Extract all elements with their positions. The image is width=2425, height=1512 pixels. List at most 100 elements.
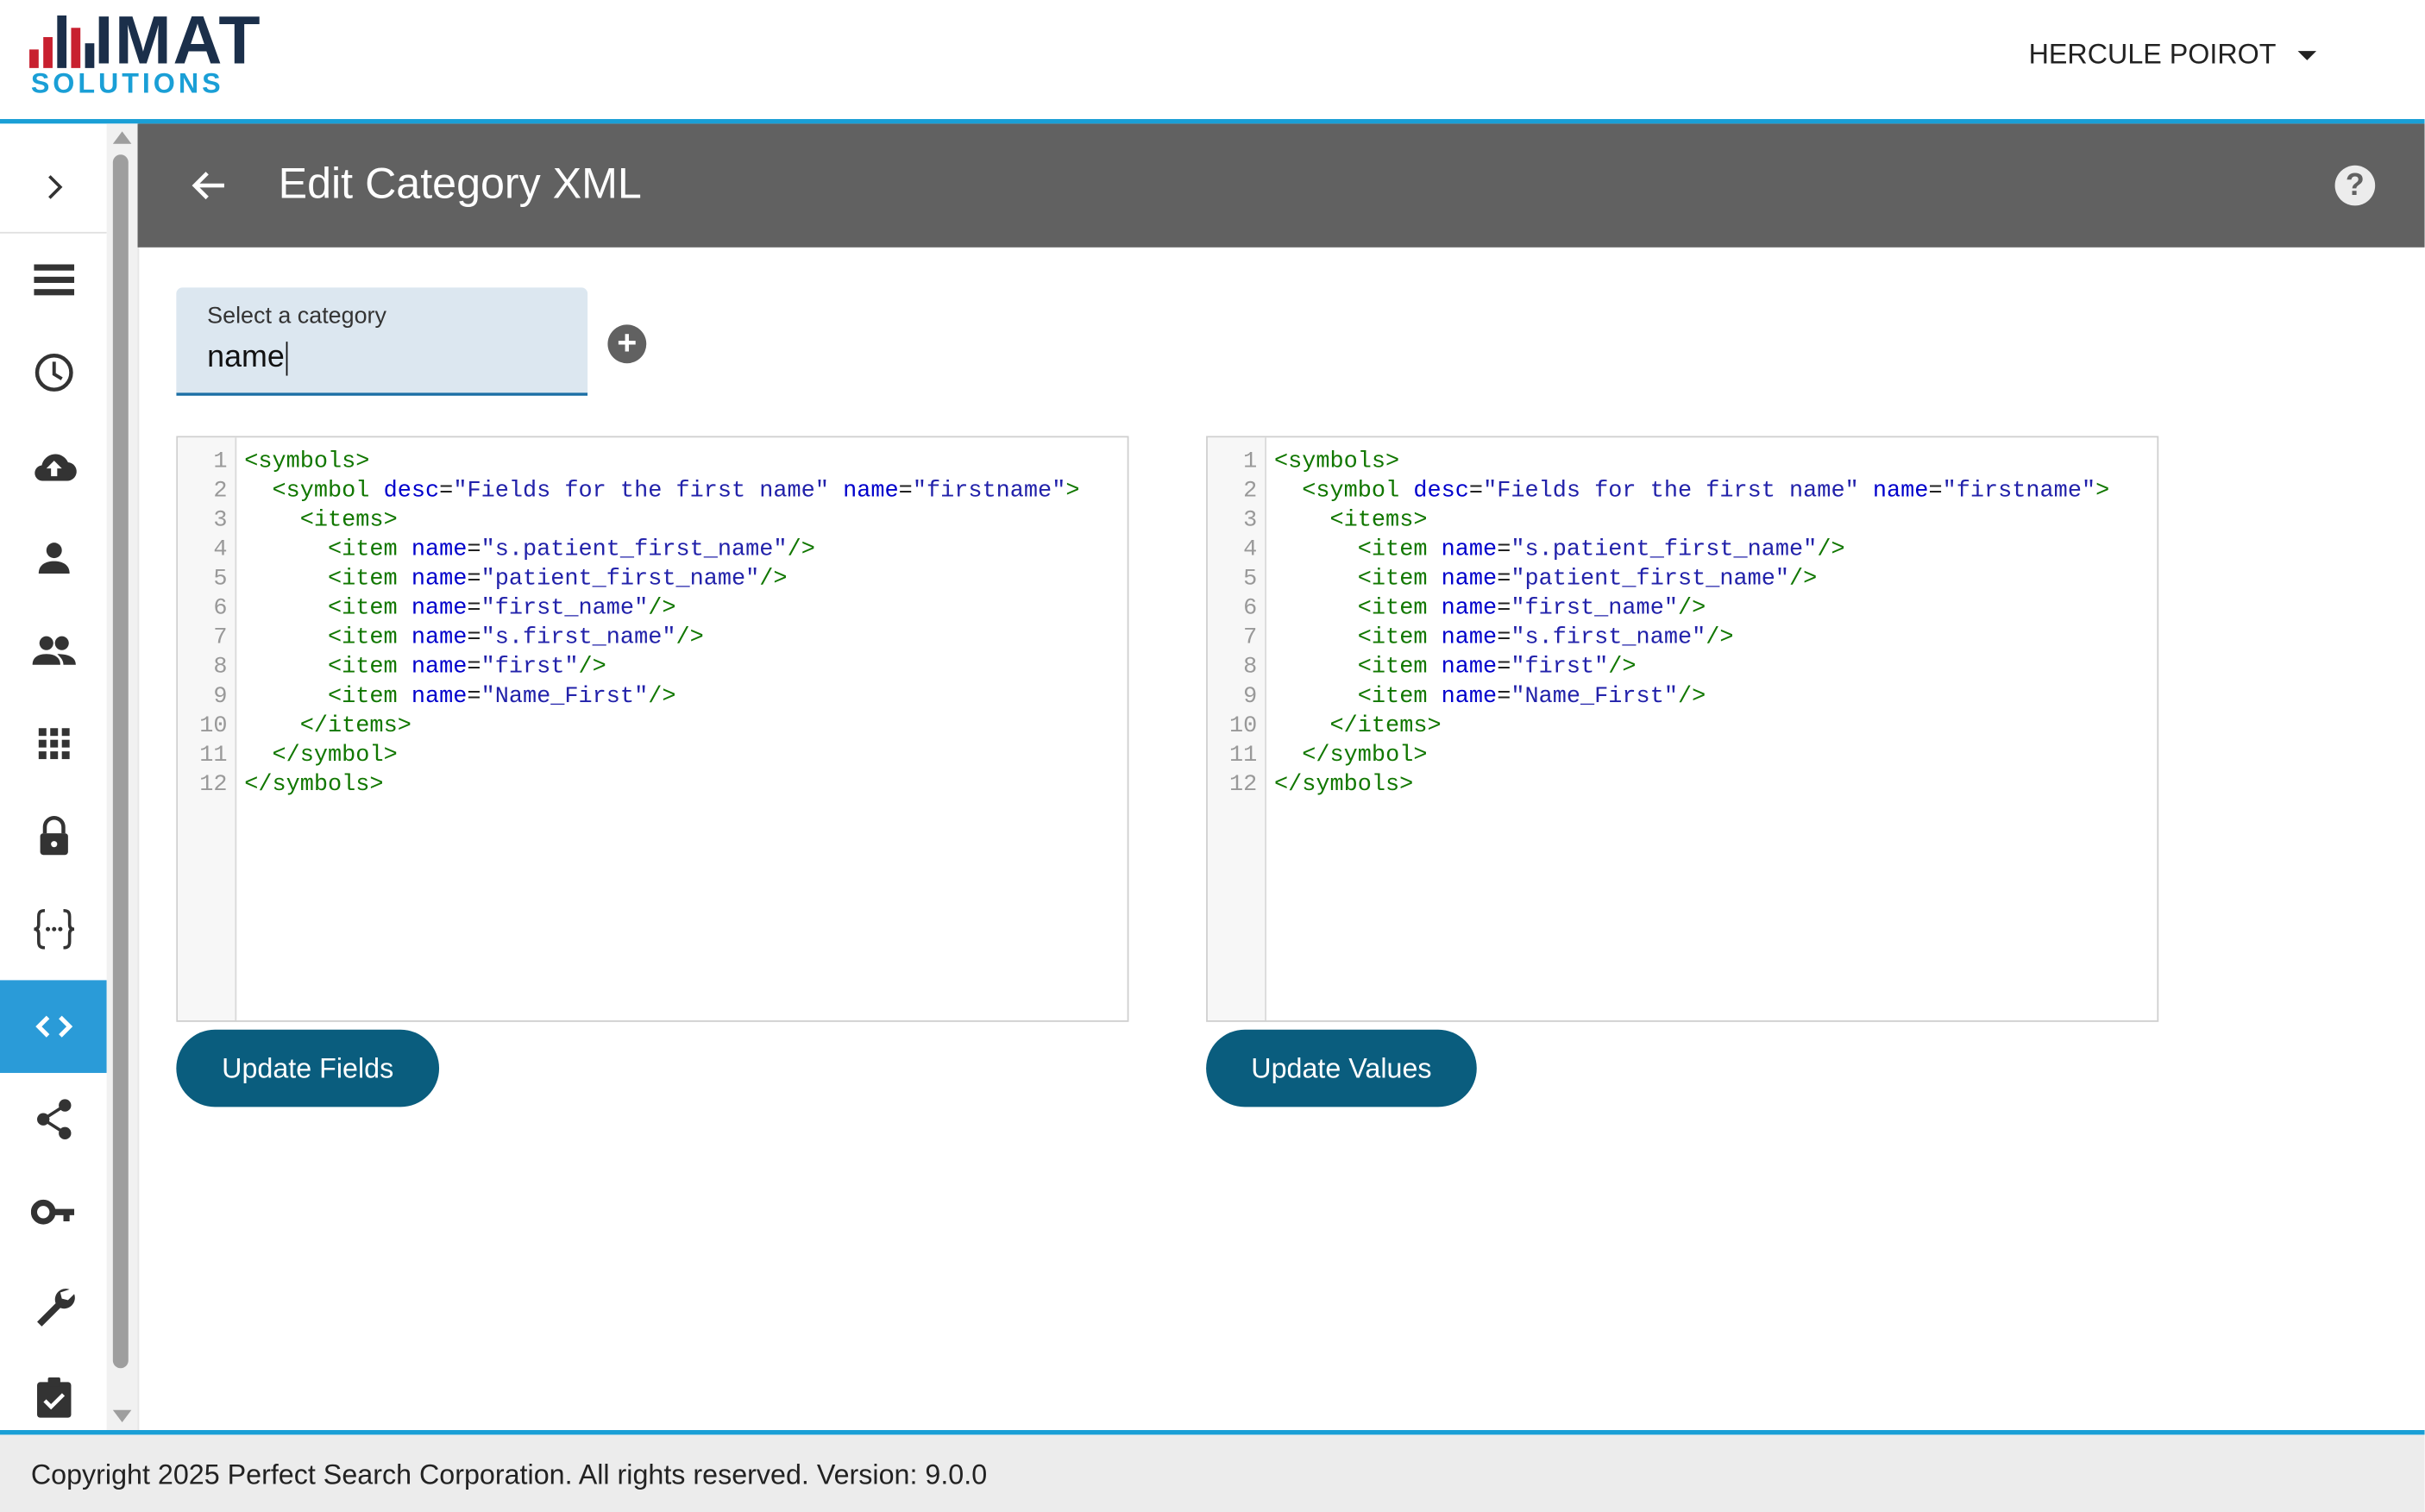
- line-number: 10: [1228, 712, 1258, 739]
- sidebar-item-variables[interactable]: [0, 882, 107, 976]
- sidebar-expand-button[interactable]: [0, 141, 107, 234]
- person-icon: [37, 543, 69, 574]
- line-number: 4: [213, 536, 228, 563]
- scroll-down-icon[interactable]: [112, 1409, 132, 1423]
- sidebar-item-tools[interactable]: [0, 1258, 107, 1352]
- code-line[interactable]: 6 <item name="first_name"/>: [178, 593, 1128, 623]
- code-text: <item name="s.first_name"/>: [328, 624, 704, 651]
- key-icon: [29, 1199, 74, 1225]
- line-number: 3: [1243, 506, 1258, 534]
- code-line[interactable]: 8 <item name="first"/>: [178, 652, 1128, 681]
- code-text: <item name="first"/>: [328, 654, 606, 681]
- sidebar-item-security[interactable]: [0, 790, 107, 883]
- code-line[interactable]: 9 <item name="Name_First"/>: [178, 681, 1128, 711]
- cloud-upload-icon: [34, 454, 76, 481]
- logo-bars-icon: [29, 15, 95, 68]
- sidebar-item-share[interactable]: [0, 1073, 107, 1166]
- back-button[interactable]: [187, 164, 230, 207]
- code-text: <items>: [1329, 506, 1428, 534]
- code-line[interactable]: 7 <item name="s.first_name"/>: [1208, 623, 2158, 652]
- code-line[interactable]: 4 <item name="s.patient_first_name"/>: [178, 535, 1128, 564]
- code-line[interactable]: 2 <symbol desc="Fields for the first nam…: [1208, 476, 2158, 505]
- code-text: </symbol>: [1302, 742, 1428, 769]
- category-select[interactable]: Select a category name: [176, 287, 588, 396]
- sidebar-item-code[interactable]: [0, 980, 107, 1073]
- sidebar-item-groups[interactable]: [0, 605, 107, 698]
- logo-subtitle: SOLUTIONS: [30, 67, 224, 99]
- help-icon[interactable]: ?: [2334, 165, 2376, 206]
- line-number: 10: [199, 712, 228, 739]
- line-number: 7: [1243, 624, 1258, 651]
- caret-down-icon: [2297, 50, 2317, 60]
- scrollbar-thumb[interactable]: [112, 154, 129, 1369]
- code-line[interactable]: 8 <item name="first"/>: [1208, 652, 2158, 681]
- people-icon: [31, 636, 75, 665]
- code-line[interactable]: 12 </symbols>: [1208, 770, 2158, 800]
- code-line[interactable]: 6 <item name="first_name"/>: [1208, 593, 2158, 623]
- sidebar-item-apps[interactable]: [0, 697, 107, 790]
- code-text: </symbol>: [272, 742, 398, 769]
- code-text: <item name="s.first_name"/>: [1357, 624, 1734, 651]
- copyright-text: Copyright 2025 Perfect Search Corporatio…: [30, 1459, 988, 1490]
- code-line[interactable]: 1 <symbols>: [178, 447, 1128, 476]
- code-text: </items>: [299, 712, 411, 739]
- sidebar-item-history[interactable]: [0, 326, 107, 419]
- code-text: <item name="first_name"/>: [328, 595, 676, 622]
- update-fields-button[interactable]: Update Fields: [176, 1029, 440, 1107]
- update-values-button[interactable]: Update Values: [1206, 1029, 1477, 1107]
- code-line[interactable]: 5 <item name="patient_first_name"/>: [178, 564, 1128, 593]
- code-text: <symbols>: [1273, 448, 1400, 475]
- line-number: 12: [1228, 771, 1258, 798]
- code-line[interactable]: 3 <items>: [1208, 505, 2158, 535]
- code-text: <item name="first_name"/>: [1357, 595, 1706, 622]
- sidebar-item-keys[interactable]: [0, 1165, 107, 1258]
- code-text: <symbol desc="Fields for the first name"…: [1302, 477, 2110, 505]
- code-line[interactable]: 2 <symbol desc="Fields for the first nam…: [178, 476, 1128, 505]
- code-line[interactable]: 10 </items>: [178, 712, 1128, 741]
- code-text: <items>: [299, 506, 398, 534]
- code-text: <item name="s.patient_first_name"/>: [328, 536, 815, 563]
- values-xml-editor[interactable]: 1 <symbols> 2 <symbol desc="Fields for the…: [1206, 436, 2159, 1022]
- line-number: 7: [213, 624, 228, 651]
- code-line[interactable]: 5 <item name="patient_first_name"/>: [1208, 564, 2158, 593]
- user-menu[interactable]: HERCULE POIROT: [2029, 39, 2317, 72]
- line-number: 2: [1243, 477, 1258, 505]
- sidebar-item-user[interactable]: [0, 511, 107, 605]
- sidebar-item-upload[interactable]: [0, 419, 107, 512]
- page-title: Edit Category XML: [278, 159, 642, 208]
- code-line[interactable]: 7 <item name="s.first_name"/>: [178, 623, 1128, 652]
- wrench-icon: [36, 1289, 74, 1327]
- code-line[interactable]: 1 <symbols>: [1208, 447, 2158, 476]
- line-number: 5: [213, 566, 228, 593]
- line-number: 1: [1243, 448, 1258, 475]
- line-number: 1: [213, 448, 228, 475]
- imat-solutions-logo[interactable]: IMAT SOLUTIONS: [29, 3, 277, 99]
- clock-icon: [34, 354, 72, 392]
- code-line[interactable]: 10 </items>: [1208, 712, 2158, 741]
- line-number: 2: [213, 477, 228, 505]
- line-number: 5: [1243, 566, 1258, 593]
- code-line[interactable]: 3 <items>: [178, 505, 1128, 535]
- line-number: 6: [1243, 595, 1258, 622]
- code-line[interactable]: 11 </symbol>: [1208, 741, 2158, 770]
- fields-xml-editor[interactable]: 1 <symbols> 2 <symbol desc="Fields for the…: [176, 436, 1129, 1022]
- sidebar-scrollbar[interactable]: [106, 123, 138, 1431]
- sidebar-item-list[interactable]: [0, 234, 107, 327]
- code-line[interactable]: 9 <item name="Name_First"/>: [1208, 681, 2158, 711]
- code-line[interactable]: 12 </symbols>: [178, 770, 1128, 800]
- line-number: 11: [1228, 742, 1258, 769]
- code-text: <item name="Name_First"/>: [1357, 683, 1706, 710]
- category-input[interactable]: name: [207, 340, 287, 375]
- code-text: <item name="Name_First"/>: [328, 683, 676, 710]
- code-text: </symbols>: [244, 771, 384, 798]
- code-line[interactable]: 4 <item name="s.patient_first_name"/>: [1208, 535, 2158, 564]
- arrow-back-icon: [192, 172, 224, 200]
- code-line[interactable]: 11 </symbol>: [178, 741, 1128, 770]
- curly-braces-icon: [33, 908, 74, 950]
- line-number: 3: [213, 506, 228, 534]
- add-category-button[interactable]: +: [607, 324, 647, 364]
- scroll-up-icon[interactable]: [112, 131, 132, 144]
- code-text: <item name="first"/>: [1357, 654, 1637, 681]
- sidebar-nav: [0, 123, 140, 1431]
- code-text: <item name="patient_first_name"/>: [328, 566, 788, 593]
